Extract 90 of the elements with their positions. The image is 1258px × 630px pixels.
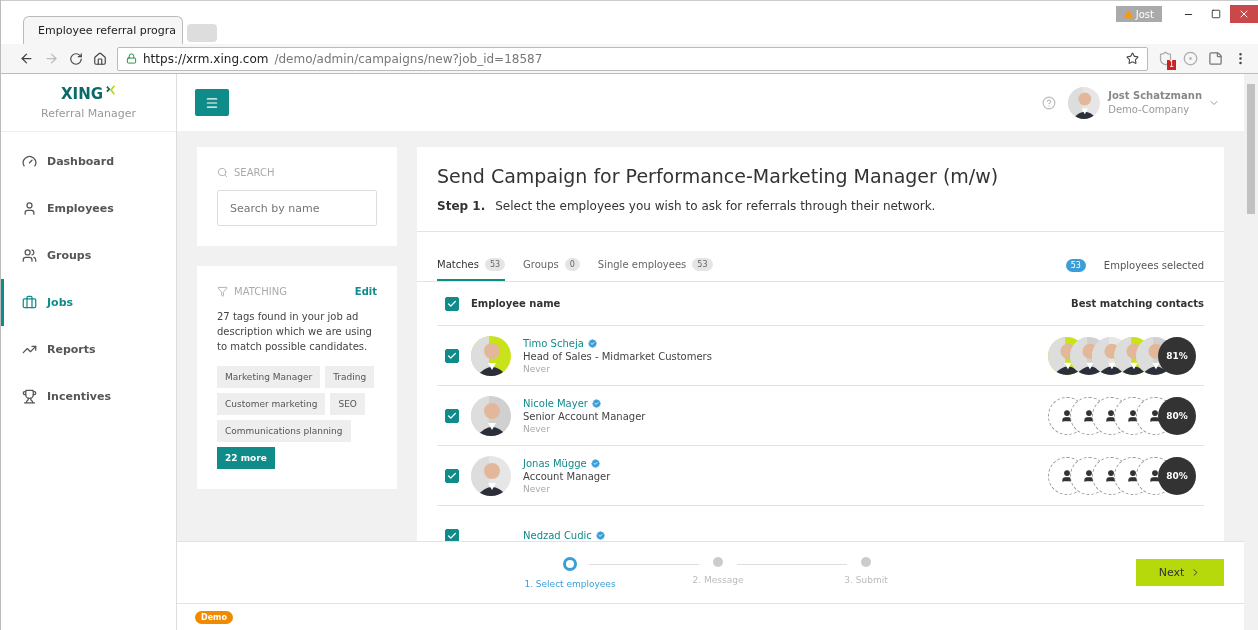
tab-title: Employee referral progra	[38, 24, 177, 37]
column-header: Best matching contacts	[1071, 298, 1204, 309]
last-contacted: Never	[523, 483, 551, 494]
last-contacted: Never	[523, 363, 551, 374]
match-score: 80%	[1158, 396, 1196, 435]
url-path: /demo/admin/campaigns/new?job_id=18587	[274, 51, 544, 66]
employee-role: Senior Account Manager	[523, 410, 647, 422]
people-icon	[22, 248, 37, 263]
employee-role: Account Manager	[523, 470, 612, 482]
back-icon[interactable]	[19, 51, 34, 66]
search-field[interactable]: Search by name	[217, 190, 377, 226]
sidebar-item[interactable]: Groups	[1, 232, 176, 279]
page-title: Send Campaign for Performance-Marketing Manager (m/w)	[437, 165, 1000, 187]
logo: XING	[61, 85, 116, 103]
step-dot	[713, 556, 723, 567]
check-icon	[447, 410, 457, 421]
check-icon	[447, 298, 457, 309]
lock-icon	[126, 53, 137, 64]
step-dot	[563, 556, 577, 571]
gauge-icon	[22, 154, 37, 169]
checkbox[interactable]	[445, 348, 459, 363]
verified-icon	[589, 457, 601, 469]
step-label: 3. Submit	[844, 574, 888, 585]
trophy-icon	[22, 389, 37, 404]
step-label: 1. Select employees	[524, 578, 616, 589]
home-icon[interactable]	[93, 51, 107, 66]
tag: SEO	[330, 393, 365, 415]
edit-link[interactable]: Edit	[354, 286, 377, 297]
next-button[interactable]: Next	[1136, 559, 1224, 586]
browser-tab[interactable]: Employee referral progra	[23, 16, 183, 44]
tab[interactable]: Matches 53	[437, 250, 506, 281]
reload-icon[interactable]	[69, 51, 83, 66]
checkbox[interactable]	[445, 468, 459, 483]
user-name[interactable]: Jost Schatzmann	[1108, 90, 1202, 101]
employee-name[interactable]: Nedzad Cudic	[523, 530, 1184, 541]
step-label: Step 1.	[437, 199, 486, 213]
checkbox[interactable]	[445, 408, 459, 423]
filter-icon	[217, 286, 228, 297]
step-label: 2. Message	[692, 574, 744, 585]
briefcase-icon	[22, 295, 37, 310]
menu-icon	[205, 95, 219, 110]
circle-icon[interactable]	[1183, 51, 1198, 66]
more-button[interactable]: 22 more	[217, 447, 275, 469]
tag: Trading	[325, 366, 375, 388]
address-field[interactable]: https://xrm.xing.com /demo/admin/campaigns/new?job_id=18587	[117, 46, 1148, 71]
company-name: Demo-Company	[1108, 104, 1191, 115]
last-contacted: Never	[523, 423, 551, 434]
warning-icon	[1123, 9, 1133, 19]
search-icon	[217, 167, 228, 178]
employee-role: Head of Sales - Midmarket Customers	[523, 350, 713, 362]
step-dot	[861, 556, 871, 567]
column-header: Employee name	[471, 298, 561, 309]
employee-name[interactable]: Nicole Mayer	[523, 397, 1052, 409]
sidebar-item[interactable]: Incentives	[1, 373, 176, 420]
match-score: 80%	[1158, 456, 1196, 495]
menu-button[interactable]	[195, 89, 229, 116]
checkbox[interactable]	[445, 528, 459, 543]
close-button[interactable]	[1230, 5, 1258, 23]
scrollbar-thumb[interactable]	[1247, 84, 1255, 214]
description: 27 tags found in your job ad description which we are using to match possible candidates.	[217, 310, 373, 354]
tab[interactable]: Groups 0	[523, 250, 580, 281]
close-icon	[1238, 8, 1250, 20]
star-icon[interactable]	[1126, 52, 1139, 65]
check-icon	[447, 530, 457, 541]
sidebar-item[interactable]: Reports	[1, 326, 176, 373]
step-text: Select the employees you wish to ask for referrals through their network.	[495, 199, 936, 213]
checkbox[interactable]	[445, 296, 459, 311]
card-heading: SEARCH	[234, 167, 276, 178]
check-icon	[447, 350, 457, 361]
brand-subtitle: Referral Manager	[41, 107, 136, 120]
sidebar-item[interactable]: Dashboard	[1, 138, 176, 185]
selected-label: Employees selected	[1103, 260, 1204, 271]
tag: Marketing Manager	[217, 366, 321, 388]
url-host: https://xrm.xing.com	[143, 51, 269, 66]
tag: Communications planning	[217, 420, 351, 442]
employee-name[interactable]: Timo Scheja	[523, 337, 1052, 349]
note-icon[interactable]	[1208, 51, 1223, 66]
demo-badge: Demo	[195, 610, 233, 624]
employee-name[interactable]: Jonas Mügge	[523, 457, 1052, 469]
match-score: 81%	[1158, 336, 1196, 375]
verified-icon	[586, 337, 598, 349]
tag: Customer marketing	[217, 393, 326, 415]
sidebar-item[interactable]: Employees	[1, 185, 176, 232]
person-icon	[22, 201, 37, 216]
tab[interactable]: Single employees 53	[597, 250, 713, 281]
verified-icon	[590, 397, 602, 409]
maximize-icon	[1211, 9, 1221, 19]
card-heading: MATCHING	[234, 286, 288, 297]
check-icon	[447, 470, 457, 481]
count-badge: 53	[1065, 259, 1086, 272]
